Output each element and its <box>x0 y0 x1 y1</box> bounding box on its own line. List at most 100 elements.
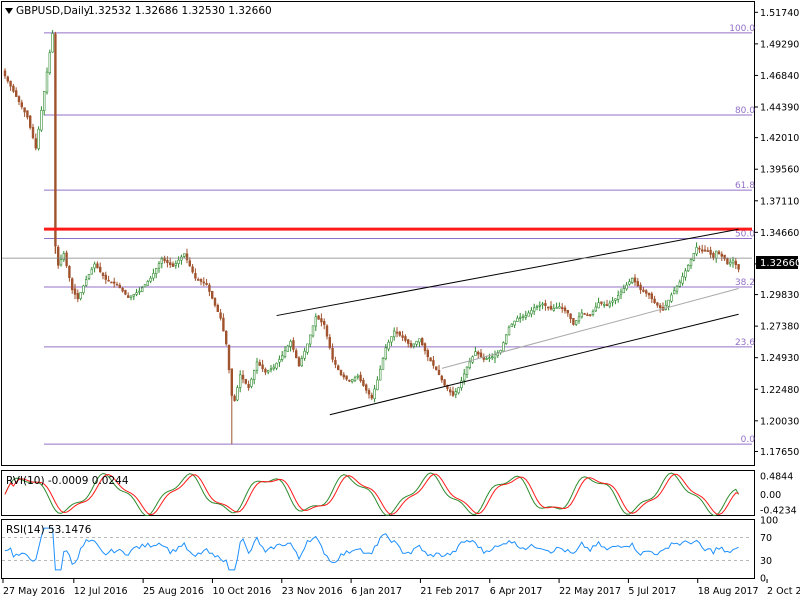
candle-body <box>616 295 620 300</box>
rvi-tick-label: 0.4844 <box>760 472 793 483</box>
candle-body <box>574 320 578 325</box>
candle-body <box>608 302 612 307</box>
candle-body <box>432 360 435 366</box>
candle-body <box>647 292 651 296</box>
candle-body <box>625 284 628 290</box>
candle-body <box>678 281 682 287</box>
candle-body <box>3 70 7 77</box>
candle-body <box>443 379 446 386</box>
candle-body <box>681 276 684 284</box>
y-tick-label: 1.20030 <box>760 416 799 427</box>
candle-body <box>99 266 102 273</box>
x-tick-label: 25 Aug 2016 <box>143 586 204 597</box>
candle-body <box>6 76 10 82</box>
candle-body <box>275 362 278 369</box>
candle-body <box>619 291 623 295</box>
candle-body <box>339 369 343 376</box>
candle-body <box>129 295 133 299</box>
candle-body <box>370 394 373 399</box>
candle-body <box>37 128 40 150</box>
x-tick-label: 18 Aug 2017 <box>698 586 759 597</box>
candle-body <box>68 266 71 279</box>
candle-body <box>255 361 259 371</box>
candle-body <box>513 320 516 326</box>
candle-body <box>507 326 511 336</box>
candle-body <box>202 281 205 284</box>
candle-body <box>586 314 589 316</box>
x-tick-label: 5 Jul 2017 <box>628 586 676 597</box>
candle-body <box>510 323 513 327</box>
candle-body <box>90 268 94 275</box>
candle-body <box>362 379 365 386</box>
symbol-label: GBPUSD,Daily <box>16 5 90 17</box>
candle-body <box>65 252 68 267</box>
candle-body <box>490 356 494 359</box>
candle-body <box>250 378 253 387</box>
candle-body <box>199 279 203 282</box>
candle-body <box>152 273 155 279</box>
candle-body <box>51 33 54 53</box>
candle-body <box>258 362 261 366</box>
candle-body <box>566 310 570 314</box>
candle-body <box>689 259 693 266</box>
symbol-header: GBPUSD,Daily 1.32532 1.32686 1.32530 1.3… <box>5 5 272 17</box>
rsi-tick-label: 0 <box>760 574 766 585</box>
candle-body <box>76 293 80 300</box>
candle-body <box>325 325 329 337</box>
candle-body <box>448 389 452 393</box>
candle-body <box>177 259 180 264</box>
candle-body <box>597 302 600 309</box>
y-tick-label: 1.51740 <box>760 8 799 19</box>
candle-body <box>73 288 77 295</box>
candle-body <box>121 287 124 292</box>
candle-body <box>135 292 138 295</box>
candle-body <box>219 312 222 319</box>
candle-body <box>549 305 553 310</box>
candle-body <box>398 331 401 336</box>
rsi-panel-frame <box>1 519 755 579</box>
candle-body <box>670 294 673 302</box>
candle-body <box>322 321 326 325</box>
candle-body <box>462 373 466 381</box>
candle-body <box>384 347 387 359</box>
candle-body <box>395 331 399 334</box>
candle-body <box>367 390 371 395</box>
candle-body <box>345 375 348 380</box>
candle-body <box>297 357 301 367</box>
candle-body <box>429 357 432 362</box>
x-tick-label: 22 May 2017 <box>559 586 621 597</box>
candle-body <box>468 361 471 368</box>
candle-body <box>146 281 149 286</box>
candle-body <box>426 350 429 358</box>
candle-body <box>703 249 707 252</box>
candle-body <box>320 318 323 323</box>
candle-body <box>373 388 376 400</box>
candle-body <box>611 300 614 303</box>
candle-body <box>239 374 242 388</box>
candle-body <box>544 303 547 306</box>
candle-body <box>157 263 161 269</box>
candle-body <box>390 336 393 343</box>
candle-body <box>560 307 564 309</box>
rsi-title: RSI(14) 53.1476 <box>6 524 92 536</box>
candle-body <box>180 256 183 261</box>
y-tick-label: 1.27380 <box>760 322 799 333</box>
candle-body <box>485 358 488 360</box>
candle-body <box>353 377 357 381</box>
rsi-tick-label: 30 <box>760 556 772 567</box>
candle-body <box>15 90 18 97</box>
candle-body <box>225 330 228 345</box>
candle-body <box>183 253 186 257</box>
candle-body <box>96 263 99 269</box>
candle-body <box>261 364 264 370</box>
candle-body <box>253 370 256 380</box>
candle-body <box>684 270 687 278</box>
candle-body <box>292 340 295 350</box>
candle-body <box>530 310 533 315</box>
candle-body <box>42 91 46 111</box>
candle-body <box>48 52 52 74</box>
candle-body <box>423 343 427 352</box>
candle-body <box>23 107 26 113</box>
candle-body <box>504 334 508 344</box>
candle-body <box>85 279 88 286</box>
